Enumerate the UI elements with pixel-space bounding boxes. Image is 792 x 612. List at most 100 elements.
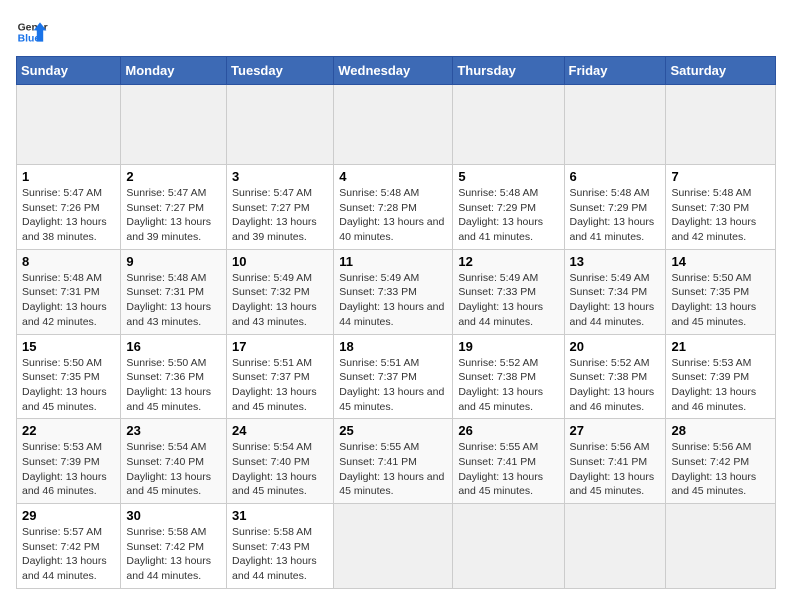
day-number: 5: [458, 169, 558, 184]
calendar-day-cell: [17, 85, 121, 165]
day-number: 6: [570, 169, 661, 184]
day-info: Sunrise: 5:51 AMSunset: 7:37 PMDaylight:…: [232, 357, 317, 413]
calendar-day-cell: 13 Sunrise: 5:49 AMSunset: 7:34 PMDaylig…: [564, 249, 666, 334]
calendar-day-cell: 6 Sunrise: 5:48 AMSunset: 7:29 PMDayligh…: [564, 165, 666, 250]
calendar-day-cell: [334, 504, 453, 589]
weekday-header-cell: Monday: [121, 57, 227, 85]
calendar-week-row: [17, 85, 776, 165]
day-info: Sunrise: 5:49 AMSunset: 7:33 PMDaylight:…: [458, 272, 543, 328]
day-info: Sunrise: 5:56 AMSunset: 7:41 PMDaylight:…: [570, 441, 655, 497]
calendar-day-cell: 23 Sunrise: 5:54 AMSunset: 7:40 PMDaylig…: [121, 419, 227, 504]
calendar-day-cell: 24 Sunrise: 5:54 AMSunset: 7:40 PMDaylig…: [227, 419, 334, 504]
day-number: 14: [671, 254, 770, 269]
calendar-day-cell: [453, 85, 564, 165]
calendar-day-cell: 7 Sunrise: 5:48 AMSunset: 7:30 PMDayligh…: [666, 165, 776, 250]
calendar-day-cell: 15 Sunrise: 5:50 AMSunset: 7:35 PMDaylig…: [17, 334, 121, 419]
day-number: 18: [339, 339, 447, 354]
calendar-week-row: 22 Sunrise: 5:53 AMSunset: 7:39 PMDaylig…: [17, 419, 776, 504]
calendar-week-row: 1 Sunrise: 5:47 AMSunset: 7:26 PMDayligh…: [17, 165, 776, 250]
calendar-day-cell: 14 Sunrise: 5:50 AMSunset: 7:35 PMDaylig…: [666, 249, 776, 334]
calendar-day-cell: [564, 504, 666, 589]
day-number: 11: [339, 254, 447, 269]
day-info: Sunrise: 5:58 AMSunset: 7:43 PMDaylight:…: [232, 526, 317, 582]
weekday-header-cell: Thursday: [453, 57, 564, 85]
day-number: 27: [570, 423, 661, 438]
day-info: Sunrise: 5:56 AMSunset: 7:42 PMDaylight:…: [671, 441, 756, 497]
day-info: Sunrise: 5:47 AMSunset: 7:27 PMDaylight:…: [232, 187, 317, 243]
day-info: Sunrise: 5:50 AMSunset: 7:35 PMDaylight:…: [22, 357, 107, 413]
day-info: Sunrise: 5:49 AMSunset: 7:32 PMDaylight:…: [232, 272, 317, 328]
day-number: 24: [232, 423, 328, 438]
day-info: Sunrise: 5:55 AMSunset: 7:41 PMDaylight:…: [339, 441, 444, 497]
weekday-header-cell: Friday: [564, 57, 666, 85]
calendar-day-cell: 18 Sunrise: 5:51 AMSunset: 7:37 PMDaylig…: [334, 334, 453, 419]
calendar-table: SundayMondayTuesdayWednesdayThursdayFrid…: [16, 56, 776, 589]
calendar-day-cell: [121, 85, 227, 165]
calendar-day-cell: 12 Sunrise: 5:49 AMSunset: 7:33 PMDaylig…: [453, 249, 564, 334]
day-info: Sunrise: 5:48 AMSunset: 7:30 PMDaylight:…: [671, 187, 756, 243]
calendar-day-cell: 2 Sunrise: 5:47 AMSunset: 7:27 PMDayligh…: [121, 165, 227, 250]
day-number: 29: [22, 508, 115, 523]
day-info: Sunrise: 5:52 AMSunset: 7:38 PMDaylight:…: [570, 357, 655, 413]
day-info: Sunrise: 5:50 AMSunset: 7:36 PMDaylight:…: [126, 357, 211, 413]
day-info: Sunrise: 5:53 AMSunset: 7:39 PMDaylight:…: [671, 357, 756, 413]
day-number: 12: [458, 254, 558, 269]
day-info: Sunrise: 5:53 AMSunset: 7:39 PMDaylight:…: [22, 441, 107, 497]
day-number: 31: [232, 508, 328, 523]
calendar-day-cell: 29 Sunrise: 5:57 AMSunset: 7:42 PMDaylig…: [17, 504, 121, 589]
day-number: 19: [458, 339, 558, 354]
day-number: 2: [126, 169, 221, 184]
calendar-day-cell: 30 Sunrise: 5:58 AMSunset: 7:42 PMDaylig…: [121, 504, 227, 589]
calendar-day-cell: [564, 85, 666, 165]
calendar-day-cell: [334, 85, 453, 165]
calendar-day-cell: [227, 85, 334, 165]
day-info: Sunrise: 5:55 AMSunset: 7:41 PMDaylight:…: [458, 441, 543, 497]
day-number: 10: [232, 254, 328, 269]
calendar-day-cell: 5 Sunrise: 5:48 AMSunset: 7:29 PMDayligh…: [453, 165, 564, 250]
day-info: Sunrise: 5:49 AMSunset: 7:34 PMDaylight:…: [570, 272, 655, 328]
calendar-day-cell: 4 Sunrise: 5:48 AMSunset: 7:28 PMDayligh…: [334, 165, 453, 250]
day-info: Sunrise: 5:49 AMSunset: 7:33 PMDaylight:…: [339, 272, 444, 328]
weekday-header-cell: Sunday: [17, 57, 121, 85]
calendar-body: 1 Sunrise: 5:47 AMSunset: 7:26 PMDayligh…: [17, 85, 776, 589]
day-number: 4: [339, 169, 447, 184]
calendar-day-cell: 16 Sunrise: 5:50 AMSunset: 7:36 PMDaylig…: [121, 334, 227, 419]
calendar-day-cell: 19 Sunrise: 5:52 AMSunset: 7:38 PMDaylig…: [453, 334, 564, 419]
calendar-day-cell: 27 Sunrise: 5:56 AMSunset: 7:41 PMDaylig…: [564, 419, 666, 504]
calendar-day-cell: 17 Sunrise: 5:51 AMSunset: 7:37 PMDaylig…: [227, 334, 334, 419]
day-number: 16: [126, 339, 221, 354]
day-info: Sunrise: 5:57 AMSunset: 7:42 PMDaylight:…: [22, 526, 107, 582]
calendar-day-cell: 20 Sunrise: 5:52 AMSunset: 7:38 PMDaylig…: [564, 334, 666, 419]
day-info: Sunrise: 5:48 AMSunset: 7:31 PMDaylight:…: [22, 272, 107, 328]
day-number: 21: [671, 339, 770, 354]
day-info: Sunrise: 5:47 AMSunset: 7:27 PMDaylight:…: [126, 187, 211, 243]
day-info: Sunrise: 5:48 AMSunset: 7:31 PMDaylight:…: [126, 272, 211, 328]
calendar-day-cell: 10 Sunrise: 5:49 AMSunset: 7:32 PMDaylig…: [227, 249, 334, 334]
day-number: 7: [671, 169, 770, 184]
calendar-day-cell: 11 Sunrise: 5:49 AMSunset: 7:33 PMDaylig…: [334, 249, 453, 334]
weekday-header-cell: Tuesday: [227, 57, 334, 85]
calendar-day-cell: 1 Sunrise: 5:47 AMSunset: 7:26 PMDayligh…: [17, 165, 121, 250]
calendar-week-row: 8 Sunrise: 5:48 AMSunset: 7:31 PMDayligh…: [17, 249, 776, 334]
day-number: 13: [570, 254, 661, 269]
calendar-day-cell: 21 Sunrise: 5:53 AMSunset: 7:39 PMDaylig…: [666, 334, 776, 419]
day-number: 25: [339, 423, 447, 438]
day-number: 9: [126, 254, 221, 269]
weekday-header-cell: Wednesday: [334, 57, 453, 85]
calendar-week-row: 15 Sunrise: 5:50 AMSunset: 7:35 PMDaylig…: [17, 334, 776, 419]
day-number: 3: [232, 169, 328, 184]
calendar-day-cell: 3 Sunrise: 5:47 AMSunset: 7:27 PMDayligh…: [227, 165, 334, 250]
calendar-day-cell: 26 Sunrise: 5:55 AMSunset: 7:41 PMDaylig…: [453, 419, 564, 504]
day-number: 23: [126, 423, 221, 438]
calendar-day-cell: 9 Sunrise: 5:48 AMSunset: 7:31 PMDayligh…: [121, 249, 227, 334]
page-header: General Blue: [16, 16, 776, 48]
day-number: 28: [671, 423, 770, 438]
day-number: 1: [22, 169, 115, 184]
calendar-day-cell: [453, 504, 564, 589]
day-info: Sunrise: 5:54 AMSunset: 7:40 PMDaylight:…: [126, 441, 211, 497]
calendar-day-cell: 28 Sunrise: 5:56 AMSunset: 7:42 PMDaylig…: [666, 419, 776, 504]
day-number: 17: [232, 339, 328, 354]
day-number: 26: [458, 423, 558, 438]
day-info: Sunrise: 5:51 AMSunset: 7:37 PMDaylight:…: [339, 357, 444, 413]
calendar-day-cell: 31 Sunrise: 5:58 AMSunset: 7:43 PMDaylig…: [227, 504, 334, 589]
